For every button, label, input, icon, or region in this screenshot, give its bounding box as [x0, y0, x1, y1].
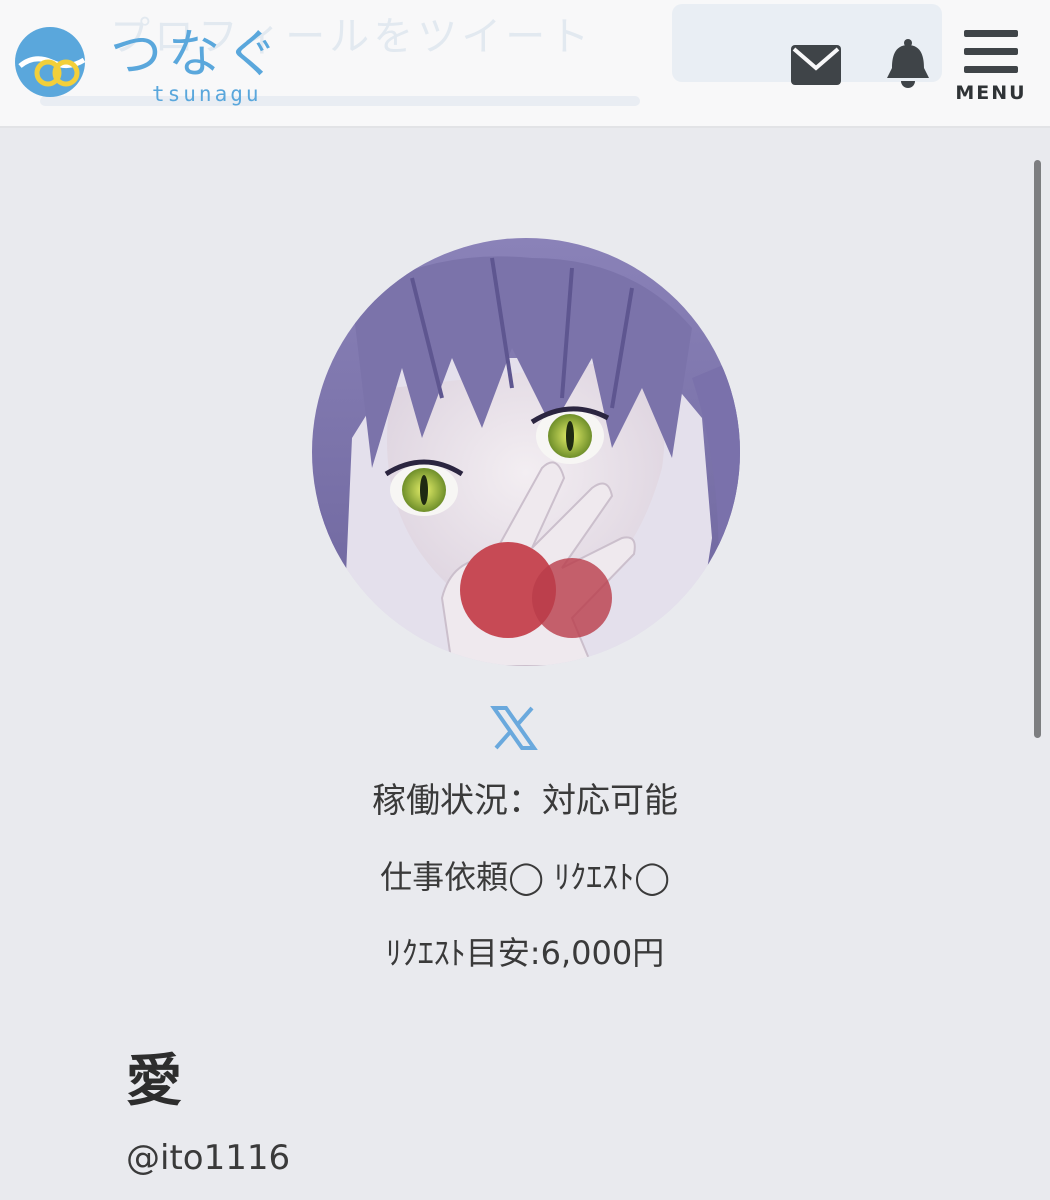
menu-bar-middle — [964, 48, 1018, 55]
menu-bar-bottom — [964, 66, 1018, 73]
profile-page: プロフィールをツイート つなぐ tsunagu MENU 稼働状況：対応可能 仕… — [0, 0, 1050, 1200]
avatar-image — [312, 238, 740, 666]
logo-subtitle: tsunagu — [152, 82, 262, 106]
request-price: ﾘｸｴｽﾄ目安:6,000円 — [385, 934, 665, 972]
x-logo-icon[interactable] — [490, 705, 538, 751]
display-name: 愛 — [126, 1049, 182, 1114]
work-request-status: 仕事依頼◯ ﾘｸｴｽﾄ◯ — [380, 858, 670, 896]
scrollbar-thumb[interactable] — [1034, 160, 1041, 738]
menu-button[interactable]: MENU — [955, 28, 1027, 106]
bell-icon[interactable] — [882, 38, 934, 90]
menu-bar-top — [964, 30, 1018, 37]
logo-rings-icon — [15, 27, 86, 97]
user-handle: @ito1116 — [126, 1138, 291, 1178]
mail-icon[interactable] — [790, 44, 842, 86]
availability-status: 稼働状況：対応可能 — [372, 781, 678, 821]
menu-label: MENU — [955, 82, 1027, 104]
site-logo[interactable]: つなぐ tsunagu — [14, 22, 304, 112]
logo-wordmark: つなぐ — [110, 25, 285, 85]
site-header: プロフィールをツイート つなぐ tsunagu MENU — [0, 0, 1050, 128]
avatar — [312, 238, 740, 666]
